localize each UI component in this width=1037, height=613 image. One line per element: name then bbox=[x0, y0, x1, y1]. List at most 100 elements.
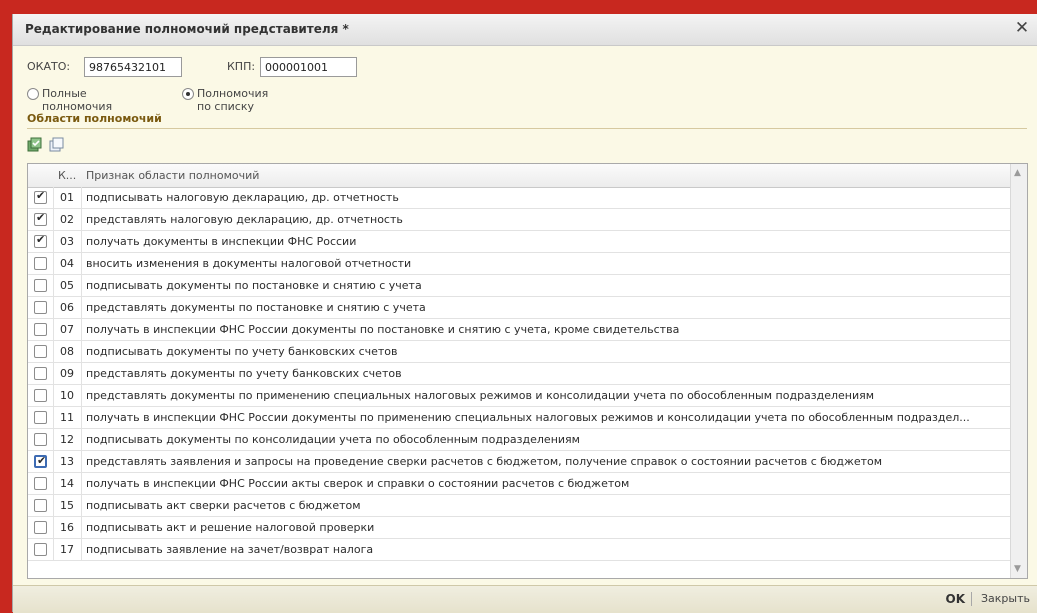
row-code: 15 bbox=[60, 499, 74, 512]
table-row[interactable]: 08 подписывать документы по учету банковс… bbox=[28, 341, 1011, 363]
table-row[interactable]: 09 представлять документы по учету банков… bbox=[28, 363, 1011, 385]
uncheck-all-icon[interactable] bbox=[49, 137, 65, 153]
okato-field[interactable] bbox=[84, 57, 182, 77]
header-code[interactable]: К... bbox=[58, 164, 76, 187]
row-checkbox[interactable] bbox=[34, 367, 47, 380]
full-authority-label[interactable]: Полные полномочия bbox=[42, 87, 112, 113]
row-checkbox[interactable] bbox=[34, 521, 47, 534]
kpp-field[interactable] bbox=[260, 57, 357, 77]
table-header: К... Признак области полномочий bbox=[28, 164, 1011, 188]
table-row[interactable]: 17 подписывать заявление на зачет/возврат… bbox=[28, 539, 1011, 561]
row-checkbox[interactable] bbox=[34, 499, 47, 512]
row-checkbox[interactable] bbox=[34, 189, 47, 204]
row-name: представлять документы по применению спе… bbox=[86, 389, 875, 402]
row-name: подписывать акт и решение налоговой пров… bbox=[86, 521, 375, 534]
row-code: 06 bbox=[60, 301, 74, 314]
row-checkbox[interactable] bbox=[34, 543, 47, 556]
row-checkbox[interactable] bbox=[34, 433, 47, 446]
list-authority-label[interactable]: Полномочия по списку bbox=[197, 87, 268, 113]
column-divider bbox=[53, 275, 54, 297]
row-checkbox[interactable] bbox=[34, 323, 47, 336]
row-name: получать в инспекции ФНС России акты све… bbox=[86, 477, 630, 490]
column-divider bbox=[53, 407, 54, 429]
window-title: Редактирование полномочий представителя … bbox=[25, 22, 349, 36]
section-divider bbox=[27, 128, 1027, 129]
column-divider bbox=[81, 275, 82, 297]
row-name: подписывать документы по учету банковски… bbox=[86, 345, 398, 358]
column-divider bbox=[81, 341, 82, 363]
row-code: 04 bbox=[60, 257, 74, 270]
column-divider bbox=[81, 495, 82, 517]
row-code: 05 bbox=[60, 279, 74, 292]
row-checkbox[interactable] bbox=[34, 279, 47, 292]
list-authority-radio[interactable] bbox=[182, 88, 194, 100]
column-divider bbox=[53, 209, 54, 231]
row-checkbox[interactable] bbox=[34, 477, 47, 490]
check-all-icon[interactable] bbox=[27, 137, 43, 153]
table-row[interactable]: 06 представлять документы по постановке и… bbox=[28, 297, 1011, 319]
row-checkbox[interactable] bbox=[34, 389, 47, 402]
row-code: 13 bbox=[60, 455, 74, 468]
row-code: 01 bbox=[60, 191, 74, 204]
row-name: представлять заявления и запросы на пров… bbox=[86, 455, 883, 468]
column-divider bbox=[81, 231, 82, 253]
row-checkbox[interactable] bbox=[34, 411, 47, 424]
row-name: подписывать налоговую декларацию, др. от… bbox=[86, 191, 399, 204]
row-name: подписывать заявление на зачет/возврат н… bbox=[86, 543, 374, 556]
row-name: подписывать документы по консолидации уч… bbox=[86, 433, 580, 446]
column-divider bbox=[81, 473, 82, 495]
table-row[interactable]: 16 подписывать акт и решение налоговой пр… bbox=[28, 517, 1011, 539]
column-divider bbox=[53, 539, 54, 561]
column-divider bbox=[53, 319, 54, 341]
row-name: представлять налоговую декларацию, др. о… bbox=[86, 213, 403, 226]
column-divider bbox=[81, 319, 82, 341]
row-name: подписывать акт сверки расчетов с бюджет… bbox=[86, 499, 361, 512]
table-row[interactable]: 04 вносить изменения в документы налогово… bbox=[28, 253, 1011, 275]
table-row[interactable]: 15 подписывать акт сверки расчетов с бюдж… bbox=[28, 495, 1011, 517]
close-button[interactable]: Закрыть bbox=[981, 592, 1030, 605]
column-divider bbox=[53, 187, 54, 209]
row-name: получать в инспекции ФНС России документ… bbox=[86, 411, 970, 424]
column-divider bbox=[53, 517, 54, 539]
table-row[interactable]: 05 подписывать документы по постановке и … bbox=[28, 275, 1011, 297]
table-row[interactable]: 10 представлять документы по применению с… bbox=[28, 385, 1011, 407]
table-row[interactable]: 03 получать документы в инспекции ФНС Рос… bbox=[28, 231, 1011, 253]
dialog-window: Редактирование полномочий представителя … bbox=[12, 14, 1037, 613]
table-row[interactable]: 13 представлять заявления и запросы на пр… bbox=[28, 451, 1011, 473]
column-divider bbox=[81, 451, 82, 473]
row-code: 14 bbox=[60, 477, 74, 490]
close-icon[interactable]: ✕ bbox=[1013, 19, 1031, 37]
full-authority-radio[interactable] bbox=[27, 88, 39, 100]
vertical-scrollbar[interactable]: ▲ ▼ bbox=[1010, 164, 1027, 578]
row-checkbox[interactable] bbox=[34, 233, 47, 248]
row-checkbox[interactable] bbox=[34, 211, 47, 226]
row-code: 10 bbox=[60, 389, 74, 402]
row-code: 17 bbox=[60, 543, 74, 556]
dialog-footer: OK Закрыть bbox=[13, 585, 1037, 613]
row-checkbox[interactable] bbox=[34, 257, 47, 270]
row-code: 02 bbox=[60, 213, 74, 226]
row-code: 16 bbox=[60, 521, 74, 534]
title-bar: Редактирование полномочий представителя … bbox=[13, 14, 1037, 46]
table-row[interactable]: 07 получать в инспекции ФНС России докуме… bbox=[28, 319, 1011, 341]
ok-button[interactable]: OK bbox=[946, 592, 966, 606]
column-divider bbox=[53, 385, 54, 407]
row-checkbox[interactable] bbox=[34, 301, 47, 314]
column-divider bbox=[81, 363, 82, 385]
column-divider bbox=[81, 209, 82, 231]
table-row[interactable]: 01 подписывать налоговую декларацию, др. … bbox=[28, 187, 1011, 209]
table-row[interactable]: 14 получать в инспекции ФНС России акты с… bbox=[28, 473, 1011, 495]
column-divider bbox=[81, 297, 82, 319]
row-code: 03 bbox=[60, 235, 74, 248]
row-name: получать в инспекции ФНС России документ… bbox=[86, 323, 680, 336]
scroll-up-icon[interactable]: ▲ bbox=[1014, 168, 1021, 178]
row-checkbox[interactable] bbox=[34, 345, 47, 358]
row-checkbox[interactable] bbox=[34, 454, 47, 468]
scroll-down-icon[interactable]: ▼ bbox=[1014, 564, 1021, 574]
table-row[interactable]: 02 представлять налоговую декларацию, др.… bbox=[28, 209, 1011, 231]
header-name[interactable]: Признак области полномочий bbox=[86, 164, 259, 187]
kpp-label: КПП: bbox=[227, 60, 256, 73]
row-name: представлять документы по учету банковск… bbox=[86, 367, 402, 380]
table-row[interactable]: 11 получать в инспекции ФНС России докуме… bbox=[28, 407, 1011, 429]
table-row[interactable]: 12 подписывать документы по консолидации … bbox=[28, 429, 1011, 451]
